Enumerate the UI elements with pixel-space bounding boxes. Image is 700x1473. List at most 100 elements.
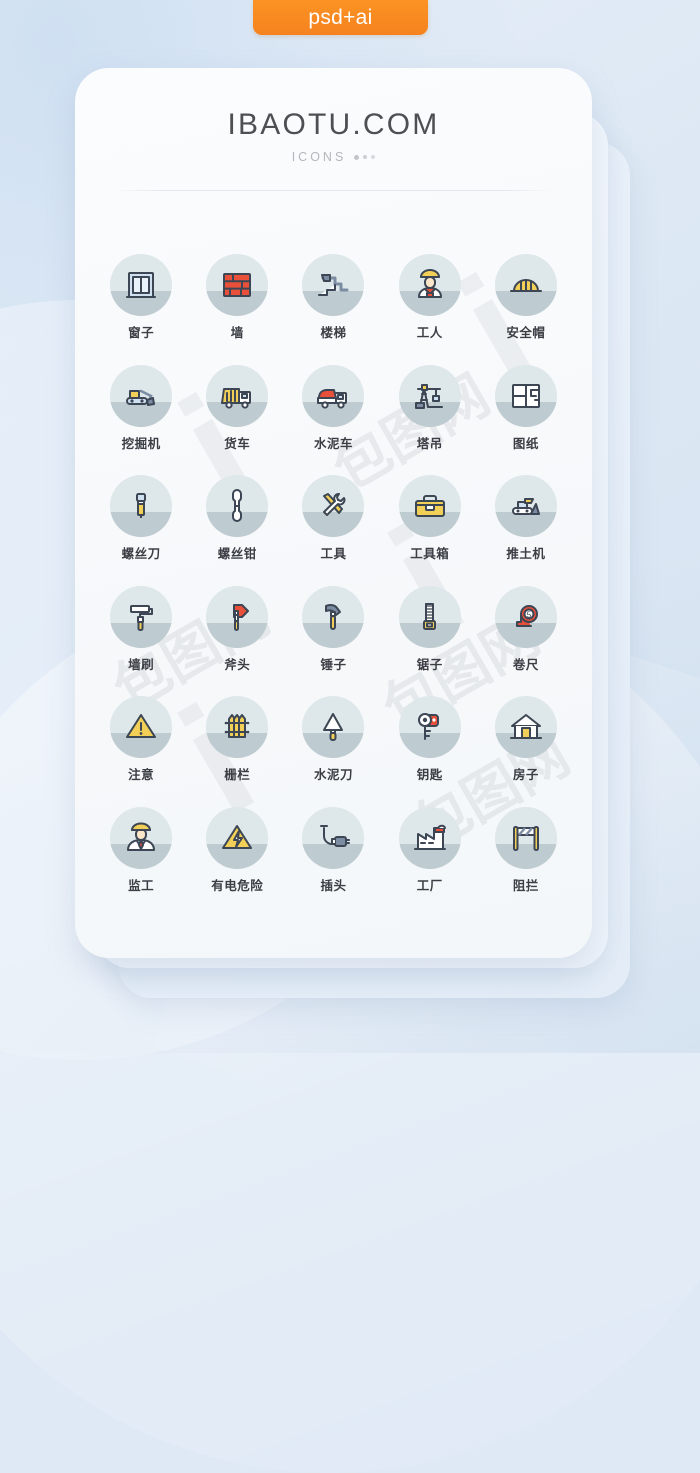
icon-cell-plug[interactable]: 插头 <box>285 806 381 893</box>
icon-cell-dump-truck[interactable]: 货车 <box>189 364 285 451</box>
icon-cell-tower-crane[interactable]: 塔吊 <box>382 364 478 451</box>
hammer-icon[interactable] <box>302 585 365 648</box>
icon-cell-screwdriver[interactable]: 螺丝刀 <box>93 475 189 561</box>
icon-cell-tape-measure[interactable]: 5 卷尺 <box>478 585 574 672</box>
icon-label: 锯子 <box>416 657 443 672</box>
electric-hazard-icon[interactable] <box>206 806 269 869</box>
cement-mixer-truck-icon[interactable] <box>302 364 365 427</box>
bulldozer-icon[interactable] <box>494 475 557 537</box>
house-icon[interactable] <box>494 696 557 758</box>
icon-cell-worker[interactable]: 工人 <box>382 254 478 340</box>
subtitle-row: ICONS <box>75 150 592 164</box>
icon-label: 房子 <box>512 768 539 782</box>
icon-label: 工厂 <box>416 878 443 893</box>
icon-set-card: IBAOTU.COM ICONS i 包图网 i 包图网 i 包图网 包图网 i… <box>75 68 592 958</box>
axe-icon[interactable] <box>206 585 269 648</box>
icon-label: 有电危险 <box>211 878 264 893</box>
icon-label: 阻拦 <box>512 878 539 893</box>
tower-crane-icon[interactable] <box>398 364 461 427</box>
barrier-icon[interactable] <box>494 806 557 869</box>
icon-cell-saw[interactable]: 锯子 <box>382 585 478 672</box>
svg-text:5: 5 <box>527 610 532 619</box>
icon-cell-trowel[interactable]: 水泥刀 <box>285 696 381 782</box>
page-subtitle: ICONS <box>291 150 347 164</box>
icon-cell-stairs[interactable]: 楼梯 <box>285 254 381 340</box>
psd-ai-ribbon-badge: psd+ai <box>253 0 428 35</box>
dots-decoration <box>354 154 376 160</box>
icon-label: 安全帽 <box>506 326 546 340</box>
icon-cell-supervisor[interactable]: 监工 <box>93 806 189 893</box>
window-icon[interactable] <box>110 254 173 316</box>
icon-label: 锤子 <box>320 657 347 672</box>
icon-label: 钥匙 <box>416 768 443 782</box>
icon-cell-toolbox[interactable]: 工具箱 <box>382 475 478 561</box>
icon-label: 窗子 <box>128 326 155 340</box>
safety-helmet-icon[interactable] <box>494 254 557 316</box>
icon-cell-warning-triangle[interactable]: 注意 <box>93 696 189 782</box>
icon-cell-key[interactable]: 钥匙 <box>382 696 478 782</box>
fence-icon[interactable] <box>206 696 269 758</box>
brick-wall-icon[interactable] <box>206 254 269 316</box>
icon-label: 墙 <box>230 326 244 340</box>
icon-label: 墙刷 <box>128 657 155 672</box>
icon-cell-window[interactable]: 窗子 <box>93 254 189 340</box>
paint-roller-icon[interactable] <box>110 585 173 648</box>
ribbon-label: psd+ai <box>308 5 373 29</box>
factory-icon[interactable] <box>398 806 461 869</box>
icon-cell-brick-wall[interactable]: 墙 <box>189 254 285 340</box>
icon-label: 水泥车 <box>313 436 353 451</box>
icon-label: 监工 <box>128 878 155 893</box>
icon-cell-house[interactable]: 房子 <box>478 696 574 782</box>
tape-measure-icon[interactable]: 5 <box>494 585 557 648</box>
icon-cell-hammer[interactable]: 锤子 <box>285 585 381 672</box>
icon-cell-blueprint[interactable]: 图纸 <box>478 364 574 451</box>
icon-label: 栅栏 <box>224 768 251 782</box>
trowel-icon[interactable] <box>302 696 365 758</box>
icon-label: 工具 <box>320 547 347 561</box>
icon-cell-excavator[interactable]: 挖掘机 <box>93 364 189 451</box>
icon-cell-tools[interactable]: 工具 <box>285 475 381 561</box>
supervisor-icon[interactable] <box>110 806 173 869</box>
wrench-icon[interactable] <box>206 475 269 537</box>
icon-label: 塔吊 <box>416 436 443 451</box>
icon-label: 螺丝钳 <box>217 547 257 561</box>
plug-icon[interactable] <box>302 806 365 869</box>
icon-cell-safety-helmet[interactable]: 安全帽 <box>478 254 574 340</box>
icon-label: 货车 <box>224 436 251 451</box>
stairs-icon[interactable] <box>302 254 365 316</box>
icon-label: 插头 <box>320 878 347 893</box>
blueprint-icon[interactable] <box>494 364 557 427</box>
excavator-icon[interactable] <box>110 364 173 427</box>
icon-cell-bulldozer[interactable]: 推土机 <box>478 475 574 561</box>
icon-cell-axe[interactable]: 斧头 <box>189 585 285 672</box>
icon-cell-electric-hazard[interactable]: 有电危险 <box>189 806 285 893</box>
icon-grid: 窗子 墙 楼梯 工人 安全帽挖掘机 货车 水泥车 塔吊 图纸螺丝刀 螺丝钳 工具 工具箱 推土机墙刷 斧头… <box>75 254 592 892</box>
icon-label: 楼梯 <box>320 326 347 340</box>
icon-cell-wrench[interactable]: 螺丝钳 <box>189 475 285 561</box>
key-icon[interactable] <box>398 696 461 758</box>
page-title: IBAOTU.COM <box>227 108 440 141</box>
icon-cell-cement-mixer-truck[interactable]: 水泥车 <box>285 364 381 451</box>
icon-cell-factory[interactable]: 工厂 <box>382 806 478 893</box>
header-divider <box>111 190 556 191</box>
icon-label: 注意 <box>128 768 155 782</box>
warning-triangle-icon[interactable] <box>110 696 173 758</box>
saw-icon[interactable] <box>398 585 461 648</box>
icon-label: 斧头 <box>224 657 251 672</box>
icon-label: 卷尺 <box>512 657 539 672</box>
icon-label: 螺丝刀 <box>121 547 161 561</box>
toolbox-icon[interactable] <box>398 475 461 537</box>
icon-label: 工具箱 <box>410 547 450 561</box>
card-header: IBAOTU.COM ICONS <box>75 68 592 164</box>
dump-truck-icon[interactable] <box>206 364 269 427</box>
tools-icon[interactable] <box>302 475 365 537</box>
icon-label: 水泥刀 <box>313 768 353 782</box>
icon-label: 推土机 <box>506 547 546 561</box>
icon-cell-barrier[interactable]: 阻拦 <box>478 806 574 893</box>
worker-icon[interactable] <box>398 254 461 316</box>
icon-label: 图纸 <box>512 436 539 451</box>
icon-cell-paint-roller[interactable]: 墙刷 <box>93 585 189 672</box>
screwdriver-icon[interactable] <box>110 475 173 537</box>
icon-cell-fence[interactable]: 栅栏 <box>189 696 285 782</box>
icon-label: 挖掘机 <box>121 436 161 451</box>
